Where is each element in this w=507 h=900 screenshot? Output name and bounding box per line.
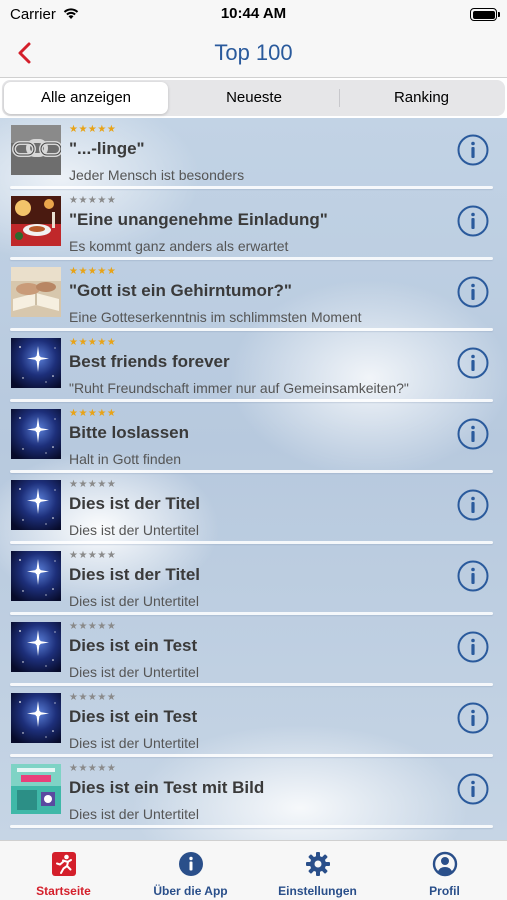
story-thumbnail xyxy=(11,551,61,601)
story-thumbnail xyxy=(11,338,61,388)
navigation-bar: Top 100 xyxy=(0,30,507,78)
status-bar: Carrier 10:44 AM xyxy=(0,0,507,30)
tab-label: Einstellungen xyxy=(278,884,357,898)
story-subtitle: Dies ist der Untertitel xyxy=(69,806,199,822)
info-icon[interactable] xyxy=(457,134,489,166)
story-subtitle: Dies ist der Untertitel xyxy=(69,664,199,680)
info-icon xyxy=(178,852,203,876)
story-list[interactable]: ★★★★★ "...-linge" Jeder Mensch ist besonde… xyxy=(0,118,507,840)
tab-startseite[interactable]: Startseite xyxy=(0,841,127,900)
list-item[interactable]: ★★★★★ Dies ist ein Test Dies ist der Unter… xyxy=(0,686,507,757)
list-item[interactable]: ★★★★★ "Gott ist ein Gehirntumor?" Eine Got… xyxy=(0,260,507,331)
story-thumbnail xyxy=(11,196,61,246)
star-rating: ★★★★★ xyxy=(69,266,117,277)
list-item[interactable]: ★★★★★ Best friends forever "Ruht Freundsch… xyxy=(0,331,507,402)
star-rating: ★★★★★ xyxy=(69,550,117,561)
story-title: Dies ist ein Test xyxy=(69,636,198,655)
list-item[interactable]: ★★★★★ "...-linge" Jeder Mensch ist besonde… xyxy=(0,118,507,189)
segmented-control: Alle anzeigen Neueste Ranking xyxy=(2,80,505,116)
tab-label: Startseite xyxy=(36,884,91,898)
info-icon[interactable] xyxy=(457,773,489,805)
star-rating: ★★★★★ xyxy=(69,479,117,490)
story-thumbnail xyxy=(11,693,61,743)
tab-label: Über die App xyxy=(153,884,228,898)
star-rating: ★★★★★ xyxy=(69,621,117,632)
info-icon[interactable] xyxy=(457,702,489,734)
status-time: 10:44 AM xyxy=(220,5,287,22)
star-rating: ★★★★★ xyxy=(69,337,117,348)
story-subtitle: Halt in Gott finden xyxy=(69,451,182,467)
story-title: "...-linge" xyxy=(69,139,145,158)
row-divider xyxy=(10,825,493,828)
story-title: Dies ist ein Test xyxy=(69,707,198,726)
segment-neueste[interactable]: Neueste xyxy=(170,82,338,114)
info-icon[interactable] xyxy=(457,276,489,308)
info-icon[interactable] xyxy=(457,631,489,663)
star-rating: ★★★★★ xyxy=(69,692,117,703)
star-rating: ★★★★★ xyxy=(69,124,117,135)
story-thumbnail xyxy=(11,764,61,814)
story-subtitle: Es kommt ganz anders als erwartet xyxy=(69,238,289,254)
story-title: Dies ist der Titel xyxy=(69,494,201,513)
story-title: "Gott ist ein Gehirntumor?" xyxy=(69,281,292,300)
person-icon xyxy=(432,851,457,877)
star-rating: ★★★★★ xyxy=(69,763,117,774)
info-icon[interactable] xyxy=(457,418,489,450)
list-item[interactable]: ★★★★★ "Eine unangenehme Einladung" Es komm… xyxy=(0,189,507,260)
home-runner-icon xyxy=(51,852,76,876)
story-subtitle: Dies ist der Untertitel xyxy=(69,593,199,609)
info-icon[interactable] xyxy=(457,347,489,379)
segment-alle-anzeigen[interactable]: Alle anzeigen xyxy=(4,82,168,114)
story-thumbnail xyxy=(11,267,61,317)
story-title: Dies ist der Titel xyxy=(69,565,201,584)
story-subtitle: "Ruht Freundschaft immer nur auf Gemeins… xyxy=(69,380,409,396)
tab-profil[interactable]: Profil xyxy=(381,841,507,900)
star-rating: ★★★★★ xyxy=(69,195,117,206)
page-title: Top 100 xyxy=(214,40,293,65)
story-title: Best friends forever xyxy=(69,352,230,371)
info-icon[interactable] xyxy=(457,205,489,237)
story-subtitle: Eine Gotteserkenntnis im schlimmsten Mom… xyxy=(69,309,362,325)
tab-label: Profil xyxy=(429,884,460,898)
list-item[interactable]: ★★★★★ Bitte loslassen Halt in Gott finden xyxy=(0,402,507,473)
battery-icon xyxy=(470,8,500,21)
story-thumbnail xyxy=(11,125,61,175)
list-item[interactable]: ★★★★★ Dies ist der Titel Dies ist der Unte… xyxy=(0,544,507,615)
story-thumbnail xyxy=(11,480,61,530)
story-subtitle: Dies ist der Untertitel xyxy=(69,735,199,751)
story-title: "Eine unangenehme Einladung" xyxy=(69,210,328,229)
list-item[interactable]: ★★★★★ Dies ist der Titel Dies ist der Unte… xyxy=(0,473,507,544)
story-thumbnail xyxy=(11,409,61,459)
tab-bar: Startseite Über die App Einstellungen Pr… xyxy=(0,840,507,900)
list-item[interactable]: ★★★★★ Dies ist ein Test mit Bild Dies ist … xyxy=(0,757,507,828)
story-subtitle: Jeder Mensch ist besonders xyxy=(69,167,245,183)
list-item[interactable]: ★★★★★ Dies ist ein Test Dies ist der Unter… xyxy=(0,615,507,686)
segment-ranking[interactable]: Ranking xyxy=(340,82,503,114)
story-title: Dies ist ein Test mit Bild xyxy=(69,778,265,797)
story-thumbnail xyxy=(11,622,61,672)
tab-ueber-die-app[interactable]: Über die App xyxy=(127,841,254,900)
info-icon[interactable] xyxy=(457,560,489,592)
star-rating: ★★★★★ xyxy=(69,408,117,419)
story-subtitle: Dies ist der Untertitel xyxy=(69,522,199,538)
story-title: Bitte loslassen xyxy=(69,423,189,442)
info-icon[interactable] xyxy=(457,489,489,521)
tab-einstellungen[interactable]: Einstellungen xyxy=(254,841,381,900)
gear-icon xyxy=(305,852,330,876)
